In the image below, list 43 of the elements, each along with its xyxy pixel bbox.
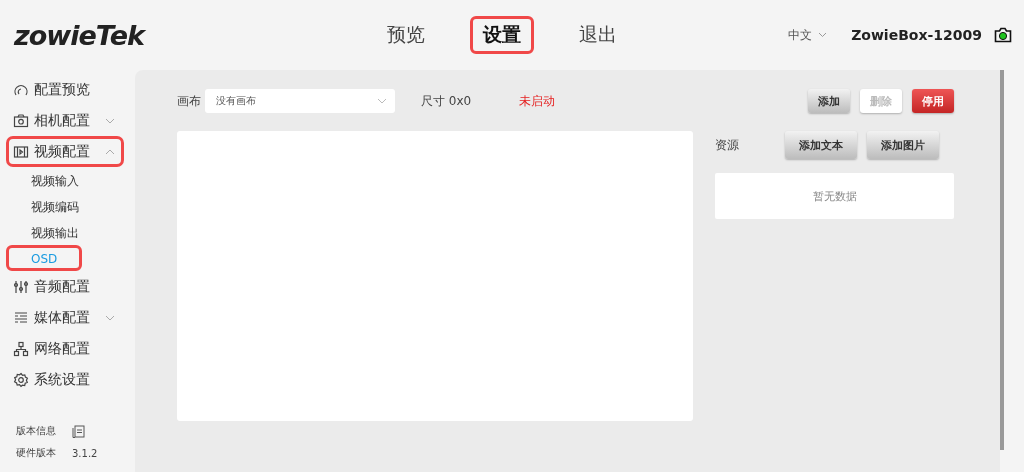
nav-tab[interactable]: 预览	[374, 16, 438, 54]
status-text: 未启动	[519, 92, 556, 110]
nav-tab[interactable]: 退出	[566, 16, 630, 54]
sidebar-subitem[interactable]: 视频输出	[6, 219, 104, 245]
nav-tab[interactable]: 设置	[470, 16, 534, 54]
resources-label: 资源	[715, 136, 739, 154]
version-value: 3.1.2	[72, 447, 98, 459]
film-icon	[13, 143, 29, 160]
sliders-icon	[13, 278, 29, 295]
device-name: ZowieBox-12009	[851, 27, 982, 43]
chevron-down-icon	[377, 98, 387, 104]
copy-icon[interactable]	[72, 424, 85, 438]
empty-list: 暂无数据	[715, 173, 954, 219]
chevron-down-icon	[818, 32, 828, 38]
camera-icon	[13, 112, 29, 129]
canvas-label: 画布	[177, 92, 201, 110]
toolbar-button[interactable]: 添加	[808, 89, 850, 113]
sidebar-item[interactable]: 相机配置	[6, 105, 124, 136]
sidebar-item[interactable]: 媒体配置	[6, 302, 124, 333]
camera-icon[interactable]	[994, 27, 1012, 43]
chevron-up-icon	[105, 148, 115, 155]
version-title: 版本信息	[16, 424, 56, 438]
resource-button[interactable]: 添加文本	[785, 131, 857, 159]
chevron-down-icon	[105, 314, 115, 321]
resource-button[interactable]: 添加图片	[867, 131, 939, 159]
sidebar-item[interactable]: 配置预览	[6, 74, 124, 105]
sidebar-item[interactable]: 音频配置	[6, 271, 124, 302]
version-label: 硬件版本	[16, 446, 56, 460]
network-icon	[13, 340, 29, 357]
chevron-down-icon	[105, 117, 115, 124]
sidebar-subitem[interactable]: 视频输入	[6, 167, 104, 193]
sidebar-subitem[interactable]: 视频编码	[6, 193, 104, 219]
scrollbar[interactable]	[1000, 70, 1004, 450]
toolbar-button[interactable]: 停用	[912, 89, 954, 113]
list-icon	[13, 309, 29, 326]
language-select[interactable]: 中文	[788, 26, 828, 44]
sidebar-item[interactable]: 视频配置	[6, 136, 124, 167]
sidebar-item[interactable]: 系统设置	[6, 364, 124, 395]
canvas-size: 尺寸 0x0	[421, 92, 472, 110]
settings-icon	[13, 371, 29, 388]
canvas-select[interactable]: 没有画布	[205, 89, 395, 113]
sidebar-item[interactable]: 网络配置	[6, 333, 124, 364]
logo: zowieTek	[14, 19, 147, 51]
